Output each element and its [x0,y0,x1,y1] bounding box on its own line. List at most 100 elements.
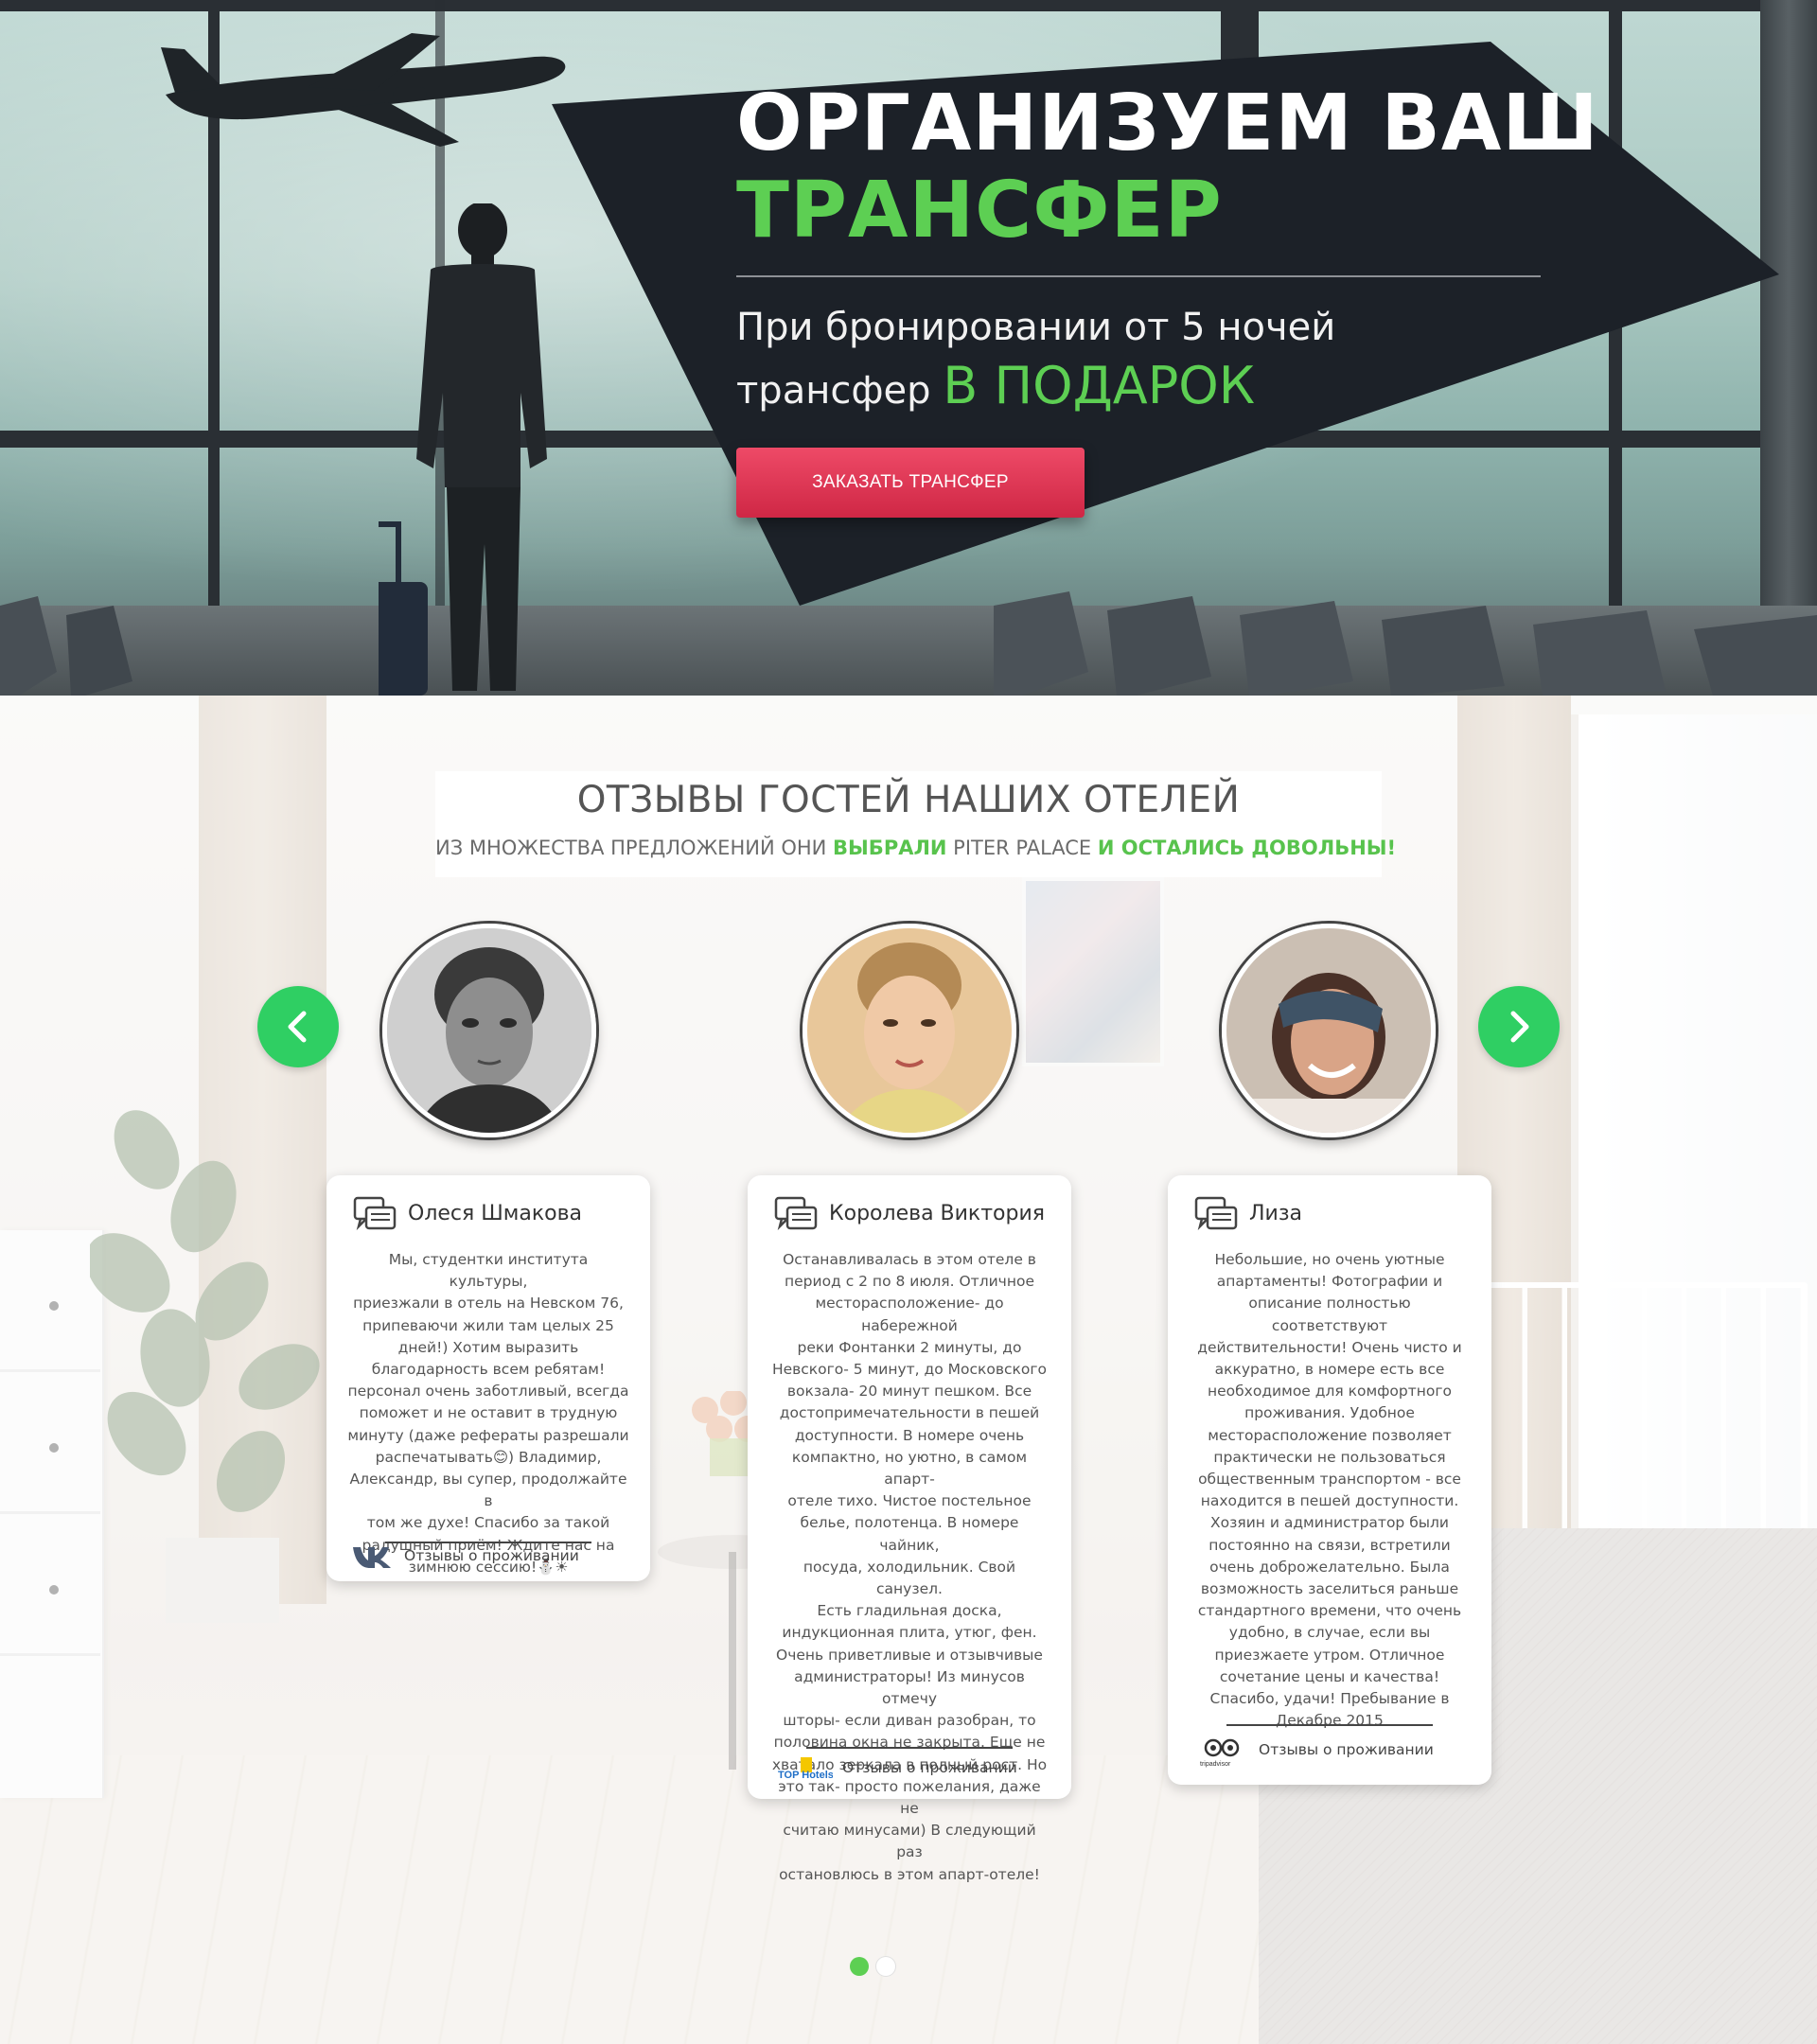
review-source-label: Отзывы о проживании [842,1759,1017,1776]
review-line: посуда, холодильник. Свой санузел. [803,1558,1016,1598]
review-line: стандартного времени, что очень [1197,1602,1462,1620]
order-transfer-button[interactable]: ЗАКАЗАТЬ ТРАНСФЕР [736,448,1085,518]
review-line: распечатывать😊) Владимир, [375,1448,602,1466]
review-line: Мы, студентки института культуры, [388,1251,589,1291]
card-divider [385,1542,591,1543]
review-line: апартаменты! Фотографии и [1216,1273,1443,1291]
chat-bubble-icon [774,1196,818,1231]
review-source[interactable]: Отзывы о проживании [351,1543,579,1572]
tophotels-logo-text: TOP Hotels [778,1770,833,1781]
review-line: период с 2 по 8 июля. Отличное [784,1273,1034,1291]
review-line: реки Фонтанки 2 минуты, до [797,1338,1022,1356]
review-line: практически не пользоваться [1213,1448,1446,1466]
review-line: считаю минусами) В следующий раз [783,1822,1036,1861]
review-text: Небольшие, но очень уютные апартаменты! … [1189,1249,1471,1732]
review-line: удобно, в случае, если вы [1228,1624,1431,1642]
review-line: поможет и не оставит в трудную [359,1404,618,1422]
next-arrow-button[interactable] [1478,986,1560,1067]
review-line: сочетание цены и качества! [1219,1667,1440,1685]
review-line: белье, полотенца. В номере чайник, [800,1514,1019,1554]
review-line: индукционная плита, утюг, фен. [782,1624,1037,1642]
tophotels-icon: TOP Hotels [778,1757,834,1781]
review-line: месторасположение- до набережной [815,1295,1004,1334]
review-source-label: Отзывы о проживании [404,1547,579,1564]
review-line: вокзала- 20 минут пешком. Все [786,1383,1032,1401]
reviewer-name: Лиза [1249,1202,1303,1225]
review-line: Есть гладильная доска, [817,1602,1002,1620]
vk-icon [353,1547,391,1568]
review-line: необходимое для комфортного [1207,1383,1453,1401]
hero-subtitle-line1: При бронировании от 5 ночей [736,306,1336,349]
review-source-label: Отзывы о проживании [1259,1741,1434,1758]
review-card-1: Олеся Шмакова Мы, студентки института ку… [326,1175,650,1581]
review-line: действительности! Очень чисто и [1197,1338,1462,1356]
review-line: Декабре 2015 [1276,1712,1384,1730]
hero-section: ОРГАНИЗУЕМ ВАШ ТРАНСФЕР При бронировании… [0,0,1817,696]
avatar-reviewer-1 [382,924,596,1137]
chevron-right-icon [1510,1011,1529,1043]
pagination-dot[interactable] [876,1957,895,1976]
reviews-subtitle-highlight2: И ОСТАЛИСЬ ДОВОЛЬНЫ! [1097,837,1397,859]
review-line: шторы- если диван разобран, то [783,1712,1036,1730]
review-line: половина окна не закрыта. Еще не [773,1734,1046,1752]
tripadvisor-icon: tripadvisor [1200,1738,1240,1768]
review-line: том же духе! Спасибо за такой [366,1514,610,1532]
hero-title: ОРГАНИЗУЕМ ВАШ ТРАНСФЕР [736,80,1599,255]
hero-subtitle: При бронировании от 5 ночей трансфер В П… [736,298,1335,420]
card-divider [806,1747,1013,1749]
pagination-dot-active[interactable] [850,1957,869,1976]
review-line: приезжаете утром. Отличное [1214,1646,1445,1664]
review-line: дней!) Хотим выразить [397,1338,579,1356]
review-line: администраторы! Из минусов отмечу [794,1667,1025,1708]
avatar-reviewer-3 [1222,924,1436,1137]
avatar-reviewer-2 [803,924,1016,1137]
review-line: Небольшие, но очень уютные [1214,1251,1445,1268]
card-divider [1226,1724,1433,1726]
review-line: Хозяин и администратор были [1210,1514,1449,1532]
reviews-section: ОТЗЫВЫ ГОСТЕЙ НАШИХ ОТЕЛЕЙ ИЗ МНОЖЕСТВА … [0,696,1817,2044]
hero-subtitle-prefix: трансфер [736,369,931,413]
chevron-left-icon [288,1011,307,1043]
hero-subtitle-line2: трансфер В ПОДАРОК [736,357,1335,420]
review-source[interactable]: tripadvisor Отзывы о проживании [1200,1737,1434,1768]
reviews-title: ОТЗЫВЫ ГОСТЕЙ НАШИХ ОТЕЛЕЙ [576,779,1241,821]
review-line: персонал очень заботливый, всегда [347,1383,629,1401]
reviews-subtitle: ИЗ МНОЖЕСТВА ПРЕДЛОЖЕНИЙ ОНИ ВЫБРАЛИ PIT… [435,837,1396,859]
review-line: благодарность всем ребятам! [371,1361,606,1379]
review-line: Останавливалась в этом отеле в [783,1251,1036,1268]
review-line: минуту (даже рефераты разрешали [347,1426,629,1444]
hero-subtitle-gift: В ПОДАРОК [943,356,1256,415]
review-text: Мы, студентки института культуры, приезж… [347,1249,629,1578]
prev-arrow-button[interactable] [257,986,339,1067]
review-source[interactable]: TOP Hotels Отзывы о проживании [778,1755,1017,1784]
chat-bubble-icon [353,1196,397,1231]
reviewer-name: Олеся Шмакова [408,1202,583,1225]
review-line: Невского- 5 минут, до Московского [771,1361,1048,1379]
review-line: аккуратно, в номере есть все [1214,1361,1445,1379]
review-line: постоянно на связи, встретили [1208,1536,1451,1554]
review-line: описание полностью соответствуют [1248,1295,1411,1334]
reviews-subtitle-part1: ИЗ МНОЖЕСТВА ПРЕДЛОЖЕНИЙ ОНИ [435,837,834,859]
review-line: возможность заселиться раньше [1200,1580,1459,1598]
review-line: припеваючи жили там целых 25 [362,1316,614,1334]
hero-title-accent: ТРАНСФЕР [736,166,1223,256]
review-line: приезжали в отель на Невском 76, [353,1295,624,1313]
hero-title-line1: ОРГАНИЗУЕМ ВАШ [736,79,1599,168]
review-line: компактно, но уютно, в самом апарт- [791,1448,1028,1489]
review-card-2: Королева Виктория Останавливалась в этом… [748,1175,1071,1883]
review-line: Очень приветливые и отзывчивые [776,1646,1043,1664]
review-line: Александр, вы супер, продолжайте в [349,1471,627,1510]
review-line: месторасположение позволяет [1208,1426,1452,1444]
tripadvisor-logo-text: tripadvisor [1200,1761,1231,1768]
reviews-subtitle-highlight1: ВЫБРАЛИ [833,837,947,859]
review-line: проживания. Удобное [1244,1404,1415,1422]
review-line: отеле тихо. Чистое постельное [787,1492,1032,1510]
reviews-subtitle-part3: PITER PALACE [946,837,1098,859]
review-line: находится в пешей доступности. [1200,1492,1459,1510]
review-line: достопримечательности в пешей [779,1404,1040,1422]
review-line: Спасибо, удачи! Пребывание в [1209,1690,1450,1708]
review-line: очень доброжелательно. Была [1209,1558,1450,1576]
review-line: общественным транспортом - все [1198,1471,1461,1489]
review-line: остановлюсь в этом апарт-отеле! [779,1865,1040,1883]
review-text: Останавливалась в этом отеле в период с … [768,1249,1050,1886]
